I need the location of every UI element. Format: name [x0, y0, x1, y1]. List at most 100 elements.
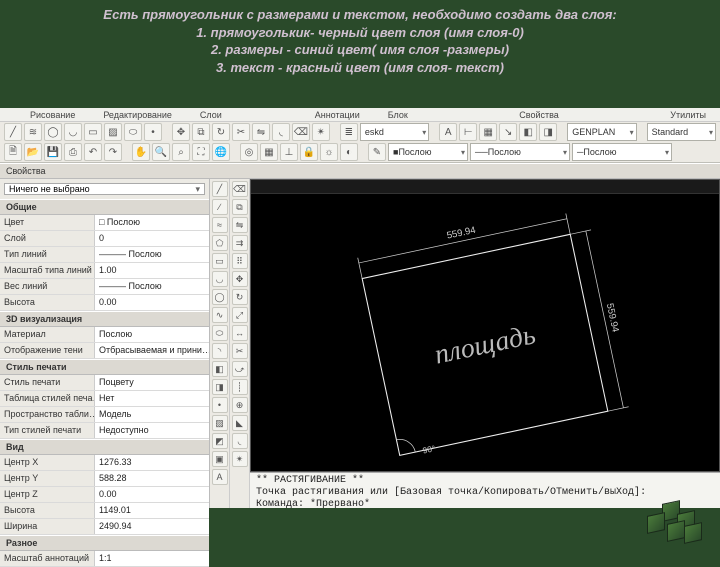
lineweight-dropdown[interactable]: ─ Послою — [572, 143, 672, 161]
block-insert-icon[interactable]: ◧ — [519, 123, 537, 141]
vt1-circle-icon[interactable]: ◯ — [212, 289, 228, 305]
prop-value[interactable]: Отбрасываемая и прини… — [95, 343, 209, 358]
pan-icon[interactable]: ✋ — [132, 143, 150, 161]
prop-group-header[interactable]: 3D визуализация — [0, 311, 209, 327]
vt2-scale-icon[interactable]: ⤢ — [232, 307, 248, 323]
prop-value[interactable]: 588.28 — [95, 471, 209, 486]
prop-row[interactable]: Отображение тениОтбрасываемая и прини… — [0, 343, 209, 359]
vt2-explode-icon[interactable]: ✴ — [232, 451, 248, 467]
vt1-ellipse-icon[interactable]: ⬭ — [212, 325, 228, 341]
prop-row[interactable]: Центр Z0.00 — [0, 487, 209, 503]
visual-icon[interactable]: ◐ — [340, 143, 358, 161]
open-icon[interactable]: 📂 — [24, 143, 42, 161]
vt2-offset-icon[interactable]: ⇉ — [232, 235, 248, 251]
ribbon-tab-block[interactable]: Блок — [374, 110, 422, 120]
leader-icon[interactable]: ↘ — [499, 123, 517, 141]
prop-value[interactable]: Поцвету — [95, 375, 209, 390]
copy-icon[interactable]: ⧉ — [192, 123, 210, 141]
vt1-xline-icon[interactable]: ∕ — [212, 199, 228, 215]
prop-value[interactable]: Недоступно — [95, 423, 209, 438]
prop-row[interactable]: Стиль печатиПоцвету — [0, 375, 209, 391]
vt2-stretch-icon[interactable]: ↔ — [232, 325, 248, 341]
vt2-join-icon[interactable]: ⊕ — [232, 397, 248, 413]
prop-value[interactable]: Нет — [95, 391, 209, 406]
prop-row[interactable]: Тип стилей печатиНедоступно — [0, 423, 209, 439]
ribbon-tab-props[interactable]: Свойства — [505, 110, 573, 120]
vt1-insert-icon[interactable]: ◧ — [212, 361, 228, 377]
prop-value[interactable]: Модель — [95, 407, 209, 422]
line-icon[interactable]: ╱ — [4, 123, 22, 141]
block-create-icon[interactable]: ◨ — [539, 123, 557, 141]
vt1-arc-icon[interactable]: ◡ — [212, 271, 228, 287]
vt1-point-icon[interactable]: • — [212, 397, 228, 413]
vt1-line-icon[interactable]: ╱ — [212, 181, 228, 197]
vt1-region-icon[interactable]: ▣ — [212, 451, 228, 467]
ribbon-tab-util[interactable]: Утилиты — [656, 110, 720, 120]
ribbon-tab-annot[interactable]: Аннотации — [301, 110, 374, 120]
circle-icon[interactable]: ◯ — [44, 123, 62, 141]
text-icon[interactable]: A — [439, 123, 457, 141]
prop-value[interactable]: 1.00 — [95, 263, 209, 278]
genplan-dropdown[interactable]: GENPLAN — [567, 123, 636, 141]
grid-icon[interactable]: ▦ — [260, 143, 278, 161]
undo-icon[interactable]: ↶ — [84, 143, 102, 161]
prop-row[interactable]: Вес линий——— Послою — [0, 279, 209, 295]
vt1-spline-icon[interactable]: ∿ — [212, 307, 228, 323]
ribbon-tab-edit[interactable]: Редактирование — [89, 110, 186, 120]
orbit-icon[interactable]: 🌐 — [212, 143, 230, 161]
vt2-erase-icon[interactable]: ⌫ — [232, 181, 248, 197]
erase-icon[interactable]: ⌫ — [292, 123, 310, 141]
prop-value[interactable]: 1149.01 — [95, 503, 209, 518]
prop-value[interactable]: 2490.94 — [95, 519, 209, 534]
ribbon-tab-layers[interactable]: Слои — [186, 110, 236, 120]
save-icon[interactable]: 💾 — [44, 143, 62, 161]
rotate-icon[interactable]: ↻ — [212, 123, 230, 141]
ortho-icon[interactable]: ⊥ — [280, 143, 298, 161]
prop-row[interactable]: Центр Y588.28 — [0, 471, 209, 487]
light-icon[interactable]: ☼ — [320, 143, 338, 161]
ellipse-icon[interactable]: ⬭ — [124, 123, 142, 141]
command-line[interactable]: ** РАСТЯГИВАНИЕ ** Точка растягивания ил… — [250, 472, 720, 508]
vt2-break-icon[interactable]: ┊ — [232, 379, 248, 395]
point-icon[interactable]: • — [144, 123, 162, 141]
dim-icon[interactable]: ⊢ — [459, 123, 477, 141]
prop-row[interactable]: Таблица стилей печа…Нет — [0, 391, 209, 407]
ribbon-tab-draw[interactable]: Рисование — [0, 110, 89, 120]
osnap-icon[interactable]: ◎ — [240, 143, 258, 161]
polyline-icon[interactable]: ≋ — [24, 123, 42, 141]
arc-icon[interactable]: ◡ — [64, 123, 82, 141]
vt1-text-icon[interactable]: A — [212, 469, 228, 485]
prop-row[interactable]: Масштаб аннотаций1:1 — [0, 551, 209, 567]
vt2-copy-icon[interactable]: ⧉ — [232, 199, 248, 215]
vt2-extend-icon[interactable]: ⤻ — [232, 361, 248, 377]
zoom-ext-icon[interactable]: ⛶ — [192, 143, 210, 161]
layer-props-icon[interactable]: ≣ — [340, 123, 358, 141]
prop-row[interactable]: МатериалПослою — [0, 327, 209, 343]
prop-row[interactable]: Пространство табли…Модель — [0, 407, 209, 423]
fillet-icon[interactable]: ◟ — [272, 123, 290, 141]
vt1-pline-icon[interactable]: ≈ — [212, 217, 228, 233]
prop-row[interactable]: Высота0.00 — [0, 295, 209, 311]
prop-row[interactable]: Центр X1276.33 — [0, 455, 209, 471]
trim-icon[interactable]: ✂ — [232, 123, 250, 141]
prop-value[interactable]: 0.00 — [95, 487, 209, 502]
vt1-polygon-icon[interactable]: ⬠ — [212, 235, 228, 251]
prop-value[interactable]: ——— Послою — [95, 247, 209, 262]
vt2-mirror-icon[interactable]: ⇋ — [232, 217, 248, 233]
vt1-grad-icon[interactable]: ◩ — [212, 433, 228, 449]
explode-icon[interactable]: ✴ — [312, 123, 330, 141]
prop-row[interactable]: Слой0 — [0, 231, 209, 247]
zoom-icon[interactable]: 🔍 — [152, 143, 170, 161]
prop-row[interactable]: Высота1149.01 — [0, 503, 209, 519]
vt1-block-icon[interactable]: ◨ — [212, 379, 228, 395]
prop-value[interactable]: 0 — [95, 231, 209, 246]
new-icon[interactable]: 🗎 — [4, 143, 22, 161]
lock-icon[interactable]: 🔒 — [300, 143, 318, 161]
layer-dropdown[interactable]: eskd — [360, 123, 429, 141]
vt2-chamfer-icon[interactable]: ◣ — [232, 415, 248, 431]
vt2-trim-icon[interactable]: ✂ — [232, 343, 248, 359]
redo-icon[interactable]: ↷ — [104, 143, 122, 161]
prop-value[interactable]: □ Послою — [95, 215, 209, 230]
prop-group-header[interactable]: Вид — [0, 439, 209, 455]
vt1-hatch-icon[interactable]: ▨ — [212, 415, 228, 431]
